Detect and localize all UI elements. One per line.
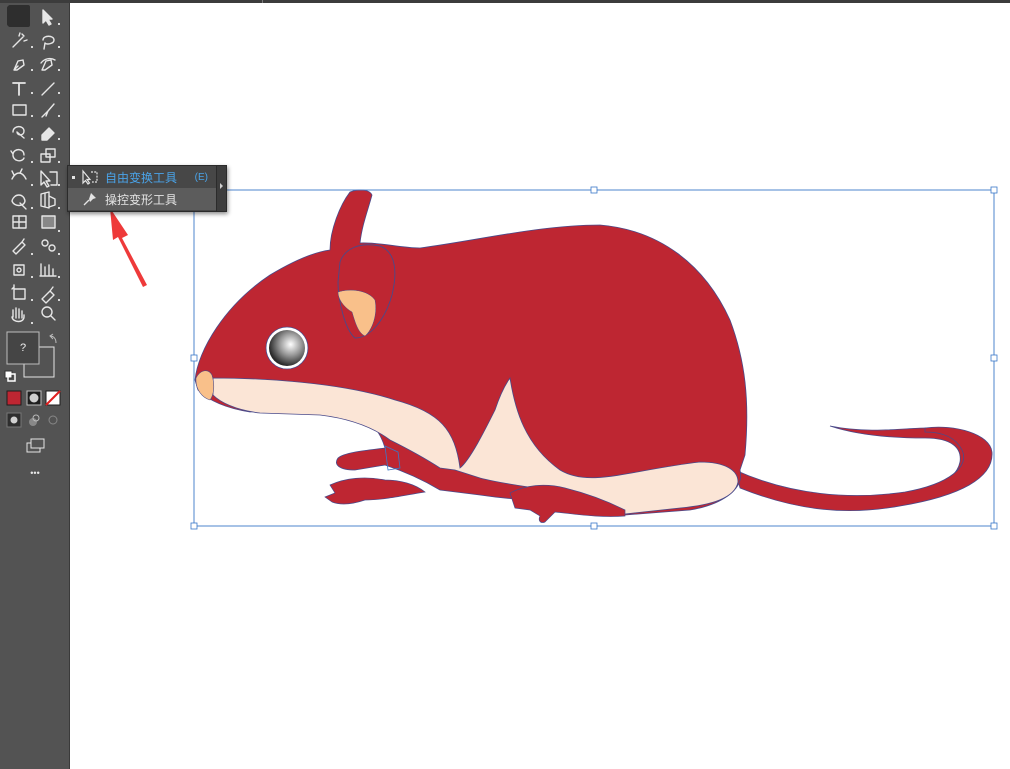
handle-middle-left [190, 354, 198, 362]
zoom-tool-button[interactable] [36, 307, 58, 329]
artboard-tool-button[interactable] [8, 284, 30, 306]
paintbrush-tool-button[interactable] [36, 100, 58, 122]
handle-bottom-right [990, 522, 998, 530]
draw-behind-button[interactable] [27, 410, 41, 424]
red-arrow-annotation [110, 208, 147, 287]
lasso-tool-button[interactable] [36, 29, 58, 51]
edit-toolbar-button[interactable]: ••• [23, 467, 47, 479]
blend-tool-button[interactable] [36, 238, 58, 260]
tools-panel: ? ••• [0, 3, 70, 769]
line-segment-tool-button[interactable] [36, 77, 58, 99]
mouse-nose [195, 370, 215, 401]
color-button[interactable] [7, 388, 21, 402]
transform-tools-flyout: 自由变换工具 (E) 操控变形工具 [67, 165, 227, 212]
selection-tool-button[interactable] [8, 5, 30, 27]
handle-bottom-middle [590, 522, 598, 530]
handle-top-right [990, 186, 998, 194]
free-transform-icon [81, 169, 99, 185]
flyout-item-label: 自由变换工具 [105, 170, 178, 185]
mouse-tail-end [734, 426, 993, 512]
none-button[interactable] [46, 388, 60, 402]
swap-fill-stroke-icon[interactable] [48, 332, 58, 342]
curvature-tool-button[interactable] [36, 53, 58, 75]
eyedropper-tool-button[interactable] [8, 238, 30, 260]
flyout-item-free-transform[interactable]: 自由变换工具 (E) [68, 166, 224, 188]
flyout-item-shortcut: (E) [194, 171, 208, 183]
symbol-sprayer-tool-button[interactable] [8, 261, 30, 283]
eraser-tool-button[interactable] [36, 123, 58, 145]
width-tool-button[interactable] [8, 169, 30, 191]
handle-middle-right [990, 354, 998, 362]
direct-selection-tool-button[interactable] [36, 5, 58, 27]
handle-bottom-left [190, 522, 198, 530]
flyout-item-puppet-warp[interactable]: 操控变形工具 [68, 188, 224, 210]
puppet-warp-icon [81, 191, 99, 207]
mouse-eye [269, 330, 305, 366]
default-fill-stroke-icon[interactable] [5, 369, 17, 381]
slice-tool-button[interactable] [36, 284, 58, 306]
selected-bullet [72, 175, 75, 179]
draw-normal-button[interactable] [7, 410, 21, 424]
hand-tool-button[interactable] [8, 307, 30, 329]
column-graph-tool-button[interactable] [36, 261, 58, 283]
shaper-tool-button[interactable] [8, 123, 30, 145]
mouse-front-paw [324, 477, 426, 505]
scale-tool-button[interactable] [36, 146, 58, 168]
mesh-tool-button[interactable] [8, 215, 30, 237]
perspective-grid-tool-button[interactable] [36, 192, 58, 214]
mouse-illustration[interactable] [194, 189, 993, 523]
rotate-tool-button[interactable] [8, 146, 30, 168]
shape-builder-tool-button[interactable] [8, 192, 30, 214]
tearoff-tab[interactable] [216, 166, 226, 211]
stroke-swatch[interactable] [24, 347, 54, 377]
gradient-tool-button[interactable] [36, 215, 58, 237]
pen-tool-button[interactable] [8, 53, 30, 75]
magic-wand-tool-button[interactable] [8, 29, 30, 51]
tearoff-arrow-icon [220, 183, 223, 189]
flyout-item-label: 操控变形工具 [105, 192, 178, 207]
handle-top-middle [590, 186, 598, 194]
free-transform-tool-button[interactable] [36, 169, 58, 191]
change-screen-mode-button[interactable] [25, 435, 45, 451]
type-tool-button[interactable] [8, 77, 30, 99]
canvas-artwork [110, 186, 998, 530]
draw-inside-button[interactable] [46, 410, 60, 424]
gradient-button[interactable] [27, 388, 41, 402]
rectangle-tool-button[interactable] [8, 100, 30, 122]
